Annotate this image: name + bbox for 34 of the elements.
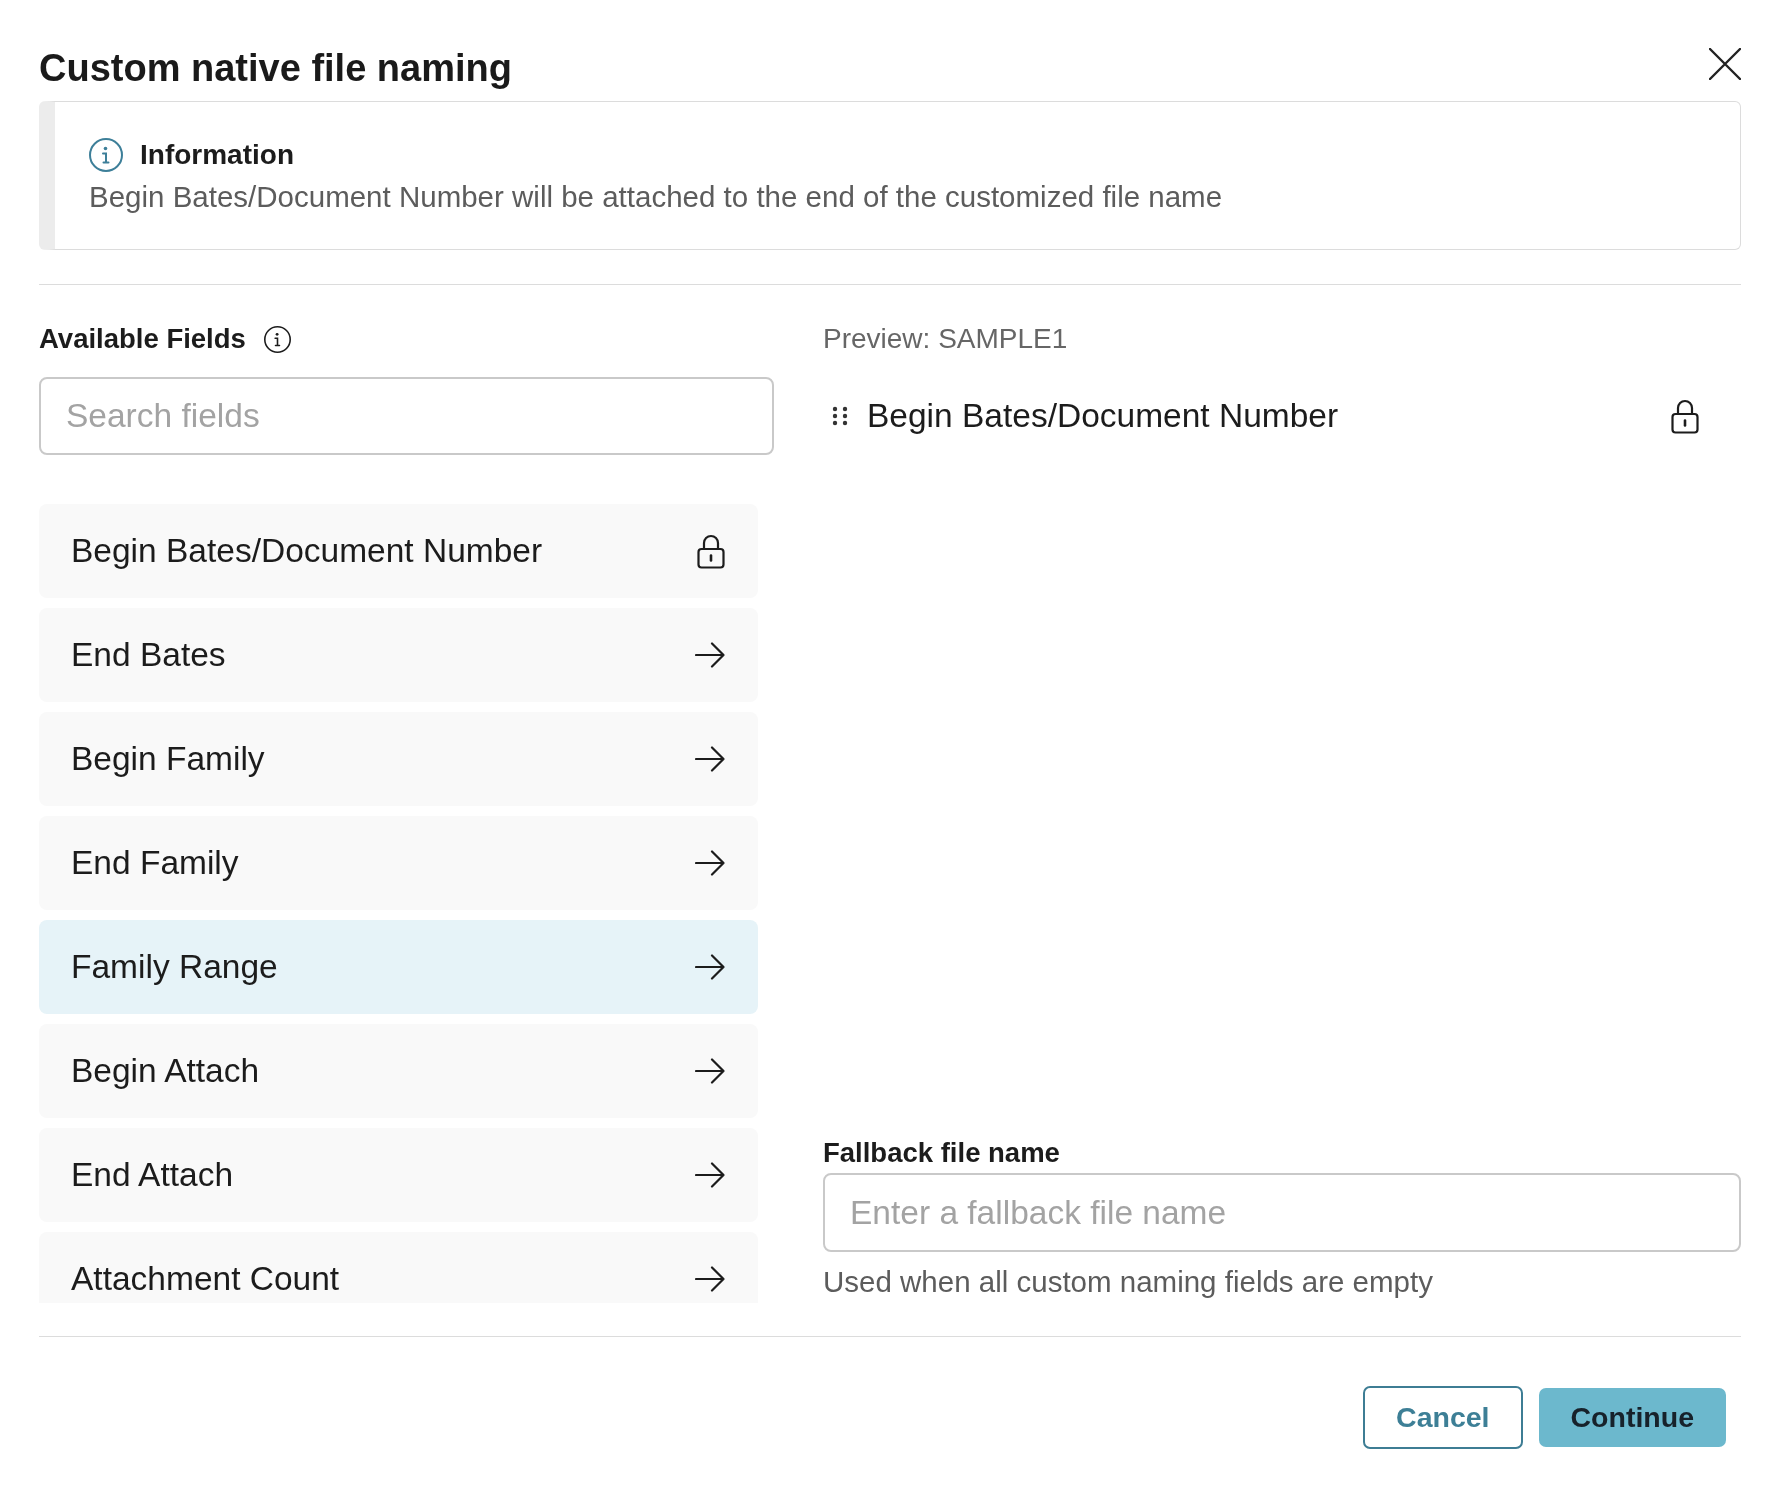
field-list-item[interactable]: End Family bbox=[39, 816, 758, 910]
preview-label: Preview: SAMPLE1 bbox=[823, 322, 1068, 356]
arrow-right-icon bbox=[695, 1162, 725, 1188]
preview-field-label: Begin Bates/Document Number bbox=[867, 396, 1340, 436]
field-list-item[interactable]: Attachment Count bbox=[39, 1232, 758, 1303]
arrow-right-icon bbox=[695, 1266, 725, 1292]
cancel-button[interactable]: Cancel bbox=[1363, 1386, 1523, 1449]
info-icon bbox=[263, 325, 291, 353]
search-field[interactable]: Search fields bbox=[39, 377, 774, 455]
field-list-item[interactable]: Begin Bates/Document Number bbox=[39, 504, 758, 598]
info-message: Begin Bates/Document Number will be attached to the end of the customized file name bbox=[89, 179, 1224, 215]
fallback-label: Fallback file name bbox=[823, 1136, 1061, 1170]
continue-button[interactable]: Continue bbox=[1538, 1388, 1726, 1447]
available-fields-label: Available Fields bbox=[39, 322, 246, 356]
lock-icon bbox=[697, 533, 725, 569]
field-list-item[interactable]: Begin Attach bbox=[39, 1024, 758, 1118]
info-title: Information bbox=[140, 138, 294, 172]
close-icon bbox=[1709, 48, 1741, 80]
field-list-item[interactable]: Begin Family bbox=[39, 712, 758, 806]
arrow-right-icon bbox=[695, 642, 725, 668]
lock-icon bbox=[1671, 398, 1699, 434]
fallback-hint: Used when all custom naming fields are empty bbox=[823, 1264, 1434, 1300]
info-icon bbox=[89, 138, 123, 172]
drag-handle-icon[interactable] bbox=[832, 406, 848, 426]
close-button[interactable] bbox=[1709, 48, 1741, 80]
arrow-right-icon bbox=[695, 746, 725, 772]
arrow-right-icon bbox=[695, 1058, 725, 1084]
dialog-title: Custom native file naming bbox=[39, 46, 512, 90]
arrow-right-icon bbox=[695, 954, 725, 980]
fallback-input-field[interactable]: Enter a fallback file name bbox=[823, 1173, 1741, 1252]
arrow-right-icon bbox=[695, 850, 725, 876]
field-list-item[interactable]: End Bates bbox=[39, 608, 758, 702]
field-list-item[interactable]: End Attach bbox=[39, 1128, 758, 1222]
field-list-item[interactable]: Family Range bbox=[39, 920, 758, 1014]
